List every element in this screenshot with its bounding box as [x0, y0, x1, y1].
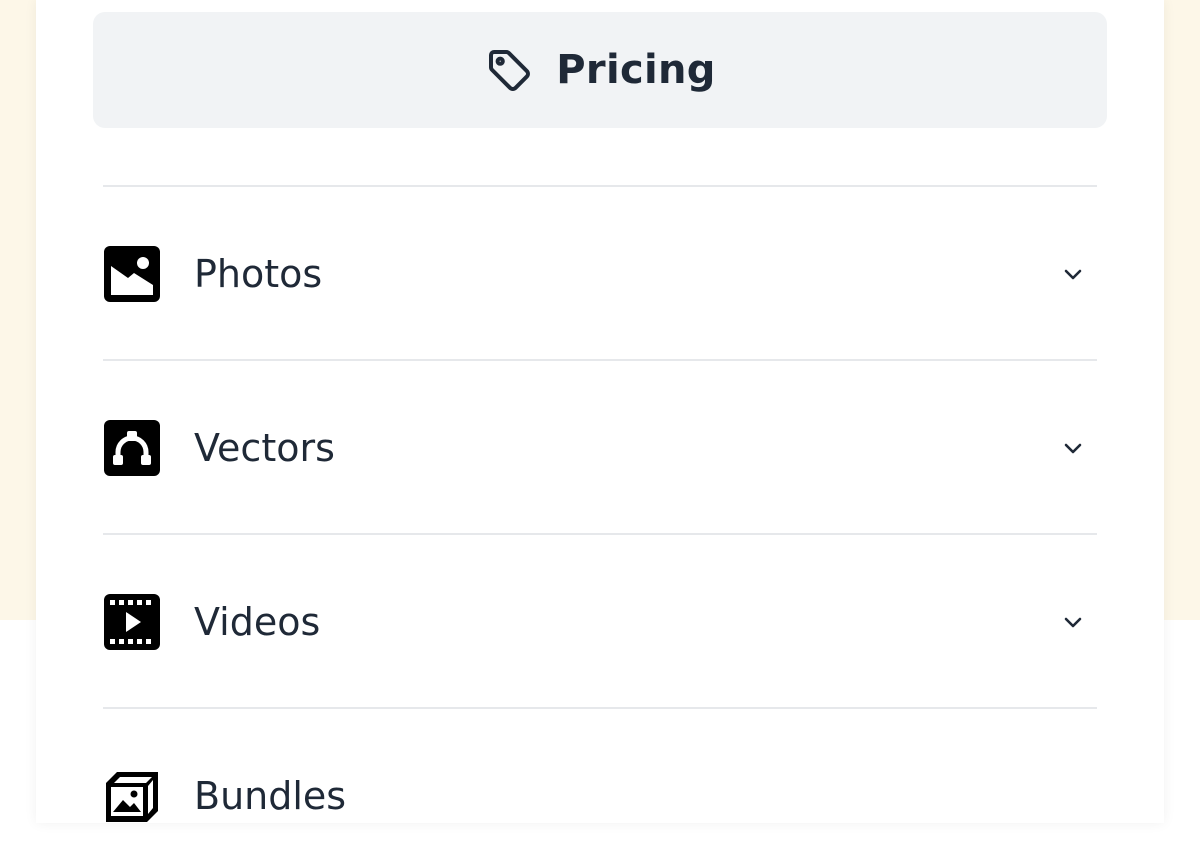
menu-item-photos[interactable]: Photos [103, 219, 1097, 329]
divider [103, 707, 1097, 709]
menu-item-label: Videos [194, 600, 321, 644]
divider [103, 185, 1097, 187]
menu-item-label: Bundles [194, 774, 347, 818]
pricing-button[interactable]: Pricing [93, 12, 1107, 128]
chevron-down-icon[interactable] [1059, 434, 1087, 462]
menu-item-label: Vectors [194, 426, 335, 470]
chevron-down-icon[interactable] [1059, 260, 1087, 288]
menu-item-videos[interactable]: Videos [103, 567, 1097, 677]
menu-item-vectors[interactable]: Vectors [103, 393, 1097, 503]
photo-icon [103, 245, 161, 303]
tag-icon [484, 45, 534, 95]
menu-item-label: Photos [194, 252, 323, 296]
divider [103, 533, 1097, 535]
vector-icon [103, 419, 161, 477]
video-icon [103, 593, 161, 651]
mobile-menu-panel: Pricing Photos Vectors Videos Bundles [36, 0, 1164, 823]
divider [103, 359, 1097, 361]
chevron-down-icon[interactable] [1059, 608, 1087, 636]
menu-item-bundles[interactable]: Bundles [103, 741, 1097, 851]
pricing-label: Pricing [556, 47, 716, 93]
bundle-icon [103, 767, 161, 825]
